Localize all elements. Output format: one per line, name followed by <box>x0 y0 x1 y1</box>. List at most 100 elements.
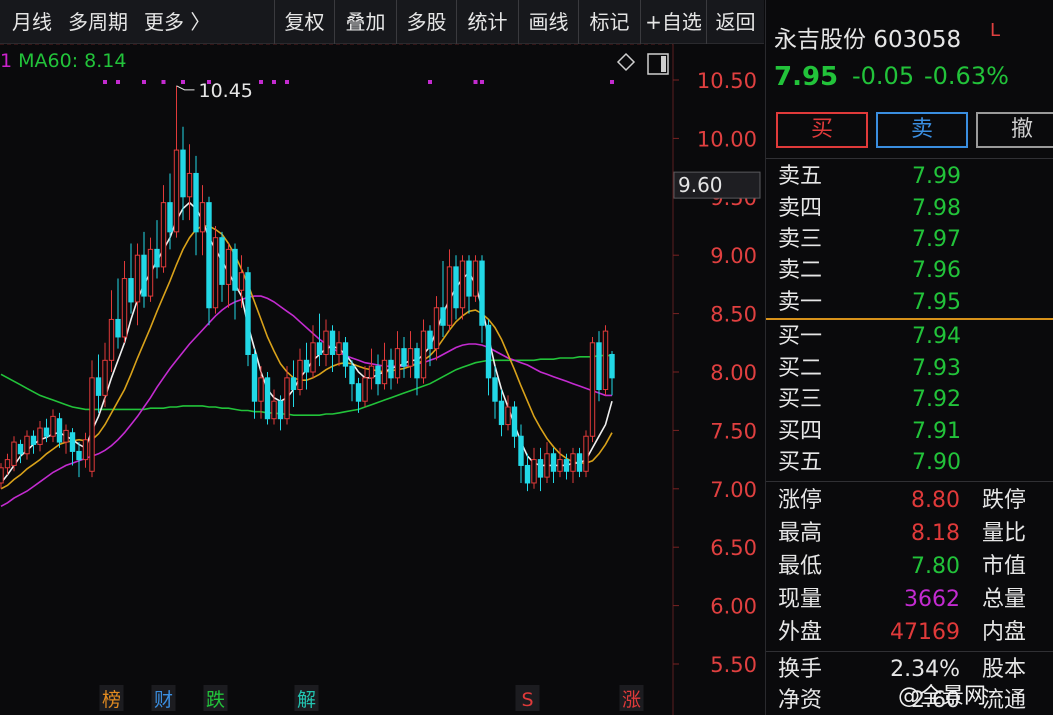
y-tick-label: 8.00 <box>710 361 757 385</box>
candle-up <box>147 248 154 297</box>
candle-down <box>511 406 518 437</box>
candle-up <box>186 172 193 198</box>
candle-down <box>466 260 472 297</box>
candle-up <box>472 260 479 297</box>
order-level-label: 卖三 <box>778 227 823 252</box>
candle-up <box>50 415 56 437</box>
buy-order-row[interactable]: 买三 7.92 <box>766 384 1053 415</box>
max-price-label: 10.45 <box>199 80 253 102</box>
event-dot <box>480 80 484 84</box>
event-dot <box>272 80 276 84</box>
stat-row: 外盘 47169 内盘 <box>766 616 1053 649</box>
multi-stock-button[interactable]: 多股 <box>396 0 456 44</box>
mark-button[interactable]: 标记 <box>578 0 640 44</box>
order-price: 7.99 <box>912 164 961 189</box>
candle-down <box>264 377 271 420</box>
overlay-button[interactable]: 叠加 <box>334 0 396 44</box>
stat-value: 7.80 <box>911 554 960 579</box>
order-level-label: 买三 <box>778 387 823 412</box>
y-tick-label: 9.00 <box>710 244 757 268</box>
chart-toolbar: 月线 多周期 更多 〉 复权 叠加 多股 统计 画线 标记 +自选 返回 <box>0 0 764 44</box>
price-change-pct: -0.63% <box>924 62 1009 90</box>
candle-down <box>180 149 186 198</box>
sell-order-row[interactable]: 卖四 7.98 <box>766 193 1053 224</box>
candle-up <box>459 260 466 309</box>
candle-down <box>355 383 362 402</box>
candlestick-chart[interactable]: 10.5010.009.509.008.508.007.507.006.506.… <box>0 44 764 715</box>
candle-down <box>95 377 102 396</box>
candle-down <box>316 342 323 355</box>
multi-period-button[interactable]: 多周期 <box>68 0 128 44</box>
candle-down <box>342 342 349 367</box>
event-dot <box>285 80 289 84</box>
candle-down <box>245 272 251 355</box>
candle-up <box>134 254 141 303</box>
candle-down <box>43 427 50 437</box>
sell-order-row[interactable]: 卖五 7.99 <box>766 161 1053 192</box>
buy-button[interactable]: 买 <box>776 112 868 148</box>
back-button[interactable]: 返回 <box>706 0 764 44</box>
candle-up <box>258 377 264 402</box>
candle-up <box>297 359 303 391</box>
event-dot <box>473 80 478 84</box>
candle-up <box>173 149 180 233</box>
stat-label-secondary: 市值 <box>982 554 1027 579</box>
divider <box>766 651 1053 652</box>
candle-down <box>349 365 355 385</box>
event-marker: 榜 <box>102 689 121 711</box>
order-price: 7.90 <box>912 450 961 475</box>
window-icon-bar <box>661 56 666 72</box>
candle-up <box>420 330 427 379</box>
candle-up <box>225 248 232 285</box>
candle-up <box>583 435 589 472</box>
buy-order-row[interactable]: 买一 7.94 <box>766 321 1053 352</box>
sell-order-row[interactable]: 卖二 7.96 <box>766 255 1053 286</box>
adjust-button[interactable]: 复权 <box>274 0 334 44</box>
current-price: 7.95 <box>774 62 839 92</box>
event-dot <box>142 80 146 84</box>
event-marker: S <box>521 689 533 711</box>
watermark-logo: @全景网 <box>898 684 987 709</box>
event-dot <box>207 80 211 84</box>
candle-down <box>232 248 238 291</box>
candle-up <box>160 202 167 268</box>
candle-down <box>401 348 407 367</box>
candle-up <box>531 459 537 484</box>
sell-order-row[interactable]: 卖一 7.95 <box>766 287 1053 318</box>
candle-down <box>492 377 498 402</box>
candle-down <box>17 443 24 455</box>
stat-value: 47169 <box>890 620 960 645</box>
candle-down <box>206 202 212 309</box>
order-level-label: 卖一 <box>778 290 823 315</box>
buy-order-row[interactable]: 买二 7.93 <box>766 353 1053 384</box>
draw-line-button[interactable]: 画线 <box>518 0 578 44</box>
candle-up <box>570 453 576 472</box>
sell-button[interactable]: 卖 <box>876 112 968 148</box>
period-monthly-button[interactable]: 月线 <box>12 0 52 44</box>
max-pointer <box>176 85 195 91</box>
statistics-button[interactable]: 统计 <box>456 0 518 44</box>
stat-label-secondary: 总量 <box>982 587 1027 612</box>
crosshair-value: 9.60 <box>678 173 723 197</box>
buy-order-row[interactable]: 买五 7.90 <box>766 447 1053 478</box>
candle-up <box>557 459 563 472</box>
stat-label: 净资 <box>778 688 823 713</box>
sell-order-row[interactable]: 卖三 7.97 <box>766 224 1053 255</box>
order-level-label: 卖四 <box>778 196 823 221</box>
divider <box>766 158 1053 159</box>
ma-legend-prefix: 1 <box>0 50 13 72</box>
buy-order-row[interactable]: 买四 7.91 <box>766 416 1053 447</box>
diamond-icon <box>616 52 636 72</box>
candle-up <box>446 266 453 326</box>
stock-name-code: 永吉股份 603058 <box>774 27 962 53</box>
y-tick-label: 7.50 <box>710 419 757 443</box>
stat-value: 8.80 <box>911 488 960 513</box>
order-level-label: 买二 <box>778 356 823 381</box>
candle-down <box>69 432 76 452</box>
more-menu-button[interactable]: 更多 〉 <box>144 0 210 44</box>
stat-label-secondary: 跌停 <box>982 488 1027 513</box>
add-watchlist-button[interactable]: +自选 <box>640 0 706 44</box>
cancel-order-button[interactable]: 撤 <box>976 112 1053 148</box>
candle-up <box>589 342 596 437</box>
candle-up <box>310 342 316 373</box>
